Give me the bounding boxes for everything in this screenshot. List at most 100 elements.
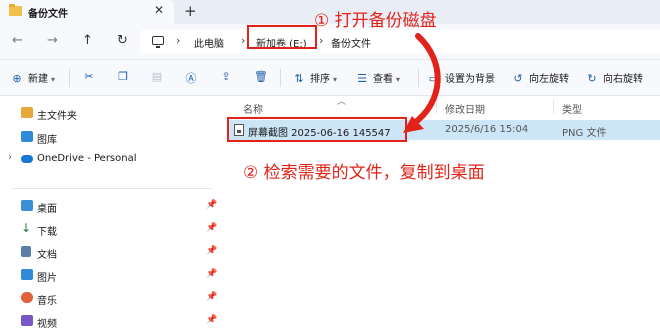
sort-icon: ⇅ <box>294 72 304 85</box>
sidebar-item-music[interactable]: 音乐 📌 <box>0 287 220 309</box>
music-icon <box>21 292 33 303</box>
plus-circle-icon: ⊕ <box>12 72 22 85</box>
rename-button[interactable]: Ⓐ <box>184 70 202 86</box>
clipboard-icon: ▤ <box>151 70 163 83</box>
sidebar-item-label: 图片 <box>37 273 57 284</box>
copy-button[interactable]: ❐ <box>116 70 134 83</box>
share-icon: ⇪ <box>221 70 231 83</box>
rotate-right-button[interactable]: ↻ 向右旋转 <box>585 70 643 85</box>
pictures-icon <box>21 269 33 280</box>
sidebar-item-pictures[interactable]: 图片 📌 <box>0 264 220 286</box>
drive-highlight-box <box>247 25 317 49</box>
column-header-name[interactable]: 名称 <box>243 101 263 116</box>
file-modified: 2025/6/16 15:04 <box>445 124 529 135</box>
this-pc-icon[interactable] <box>152 36 164 48</box>
gallery-icon <box>21 131 33 142</box>
new-button[interactable]: ⊕ 新建 ▾ <box>10 70 55 85</box>
file-highlight-box <box>227 117 407 142</box>
set-background-label: 设置为背景 <box>445 74 495 85</box>
toolbar-divider <box>280 69 281 87</box>
sort-button[interactable]: ⇅ 排序 ▾ <box>292 70 337 85</box>
sidebar-item-label: 文档 <box>37 250 57 261</box>
breadcrumb-this-pc[interactable]: 此电脑 <box>194 35 224 50</box>
close-tab-icon[interactable]: ✕ <box>154 3 164 17</box>
paste-button[interactable]: ▤ <box>150 70 168 83</box>
annotation-step-1: ① 打开备份磁盘 <box>314 11 437 31</box>
sidebar-item-videos[interactable]: 视频 📌 <box>0 310 220 332</box>
videos-icon <box>21 315 33 326</box>
sidebar-item-documents[interactable]: 文档 📌 <box>0 241 220 263</box>
sidebar-divider <box>12 188 212 189</box>
cloud-icon <box>21 155 33 163</box>
command-bar: ⊕ 新建 ▾ ✂ ❐ ▤ Ⓐ ⇪ 🗑 ⇅ 排序 ▾ ☰ 查看 ▾ ▭ 设置为背景 ↺ 向左旋转 … <box>0 60 660 96</box>
up-icon[interactable]: ↑ <box>82 33 93 48</box>
desktop-background-icon: ▭ <box>428 72 440 85</box>
sidebar-item-label: 图库 <box>37 135 57 146</box>
chevron-down-icon: ▾ <box>333 75 338 84</box>
rename-icon: Ⓐ <box>185 72 197 85</box>
sidebar-item-desktop[interactable]: 桌面 📌 <box>0 195 220 217</box>
chevron-down-icon: ▾ <box>51 75 56 84</box>
breadcrumb-separator[interactable]: › <box>241 34 245 47</box>
navigation-pane: 主文件夹 图库 › OneDrive - Personal 桌面 📌 ↓ 下载 … <box>0 96 220 335</box>
sidebar-item-label: 下载 <box>37 227 57 238</box>
sidebar-item-home[interactable]: 主文件夹 <box>0 102 220 124</box>
rotate-right-label: 向右旋转 <box>603 74 643 85</box>
column-divider[interactable] <box>436 100 437 114</box>
sidebar-item-gallery[interactable]: 图库 <box>0 126 220 148</box>
delete-button[interactable]: 🗑 <box>254 70 272 83</box>
cut-button[interactable]: ✂ <box>82 70 100 83</box>
chevron-right-icon[interactable]: › <box>8 152 12 163</box>
tab-title: 备份文件 <box>28 9 68 20</box>
address-bar[interactable]: › 此电脑 › 新加卷 (E:) › 备份文件 <box>140 30 660 54</box>
pin-icon[interactable]: 📌 <box>206 269 217 279</box>
home-icon <box>21 107 33 118</box>
view-button[interactable]: ☰ 查看 ▾ <box>355 70 400 85</box>
breadcrumb-backup-folder[interactable]: 备份文件 <box>331 35 371 50</box>
pin-icon[interactable]: 📌 <box>206 246 217 256</box>
column-divider[interactable] <box>553 100 554 114</box>
view-list-icon: ☰ <box>357 72 367 85</box>
breadcrumb-separator[interactable]: › <box>319 34 323 47</box>
pin-icon[interactable]: 📌 <box>206 292 217 302</box>
trash-icon: 🗑 <box>254 70 268 83</box>
forward-icon[interactable]: → <box>47 33 58 48</box>
refresh-icon[interactable]: ↻ <box>117 33 128 48</box>
rotate-right-icon: ↻ <box>587 72 597 85</box>
view-label: 查看 <box>373 74 393 85</box>
sidebar-item-downloads[interactable]: ↓ 下载 📌 <box>0 218 220 240</box>
rotate-left-label: 向左旋转 <box>529 74 569 85</box>
sidebar-item-label: 视频 <box>37 319 57 330</box>
pin-icon[interactable]: 📌 <box>206 315 217 325</box>
column-header-modified[interactable]: 修改日期 <box>445 101 485 116</box>
sidebar-item-label: 主文件夹 <box>37 111 77 122</box>
download-icon: ↓ <box>21 221 32 235</box>
copy-icon: ❐ <box>118 70 128 83</box>
annotation-step-2: ② 检索需要的文件，复制到桌面 <box>243 163 485 183</box>
share-button[interactable]: ⇪ <box>219 70 237 83</box>
set-background-button[interactable]: ▭ 设置为背景 <box>427 70 495 85</box>
pin-icon[interactable]: 📌 <box>206 223 217 233</box>
toolbar-divider <box>69 69 70 87</box>
sidebar-item-onedrive[interactable]: › OneDrive - Personal <box>0 148 220 170</box>
sidebar-item-label: OneDrive - Personal <box>37 153 137 164</box>
desktop-icon <box>21 200 33 211</box>
column-header-type[interactable]: 类型 <box>562 101 582 116</box>
chevron-down-icon: ▾ <box>396 75 401 84</box>
documents-icon <box>21 246 31 257</box>
breadcrumb-separator[interactable]: › <box>176 34 180 47</box>
new-label: 新建 <box>28 74 48 85</box>
sort-ascending-icon: ︿ <box>337 97 347 107</box>
rotate-left-button[interactable]: ↺ 向左旋转 <box>511 70 569 85</box>
pin-icon[interactable]: 📌 <box>206 200 217 210</box>
file-type: PNG 文件 <box>562 128 607 139</box>
new-tab-icon[interactable]: + <box>184 2 197 20</box>
sidebar-item-label: 桌面 <box>37 204 57 215</box>
toolbar-divider <box>418 69 419 87</box>
tab-backup-files[interactable]: 备份文件 ✕ <box>0 0 174 24</box>
back-icon[interactable]: ← <box>12 33 23 48</box>
sidebar-item-label: 音乐 <box>37 296 57 307</box>
sort-label: 排序 <box>310 74 330 85</box>
rotate-left-icon: ↺ <box>513 72 523 85</box>
scissors-icon: ✂ <box>84 70 94 83</box>
